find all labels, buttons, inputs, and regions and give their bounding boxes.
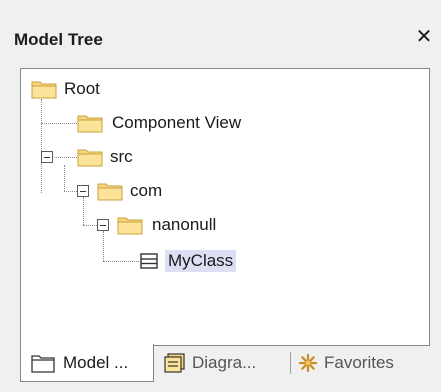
- tree-node-myclass[interactable]: MyClass: [139, 249, 237, 273]
- model-tree-panel: Model Tree ✕ Root Component View src com…: [0, 0, 441, 392]
- favorites-icon: [298, 353, 318, 373]
- folder-icon: [117, 217, 143, 235]
- tree-node-component-view[interactable]: Component View: [77, 111, 244, 135]
- tree-connector: [83, 225, 97, 226]
- folder-icon: [31, 354, 55, 373]
- class-icon: [140, 253, 158, 269]
- folder-icon: [77, 149, 103, 167]
- collapse-icon[interactable]: [77, 185, 89, 197]
- tab-model-tree[interactable]: Model ...: [20, 344, 154, 382]
- tab-separator: [290, 352, 291, 374]
- tab-label: Model ...: [63, 352, 129, 372]
- tree-connector: [41, 99, 42, 193]
- close-icon[interactable]: ✕: [413, 26, 435, 48]
- tree-node-src[interactable]: src: [77, 145, 136, 169]
- tree-connector: [83, 197, 84, 225]
- tree-node-label: Root: [64, 79, 100, 98]
- tree-node-label: src: [110, 147, 133, 166]
- tree-node-com[interactable]: com: [97, 179, 165, 203]
- tree-connector: [103, 231, 104, 261]
- tree-connector: [41, 123, 77, 124]
- tree-node-label: com: [130, 181, 163, 200]
- folder-icon: [77, 115, 103, 133]
- tree-node-nanonull[interactable]: nanonull: [117, 213, 219, 237]
- tree-node-label: MyClass: [165, 250, 237, 272]
- tree-connector: [64, 191, 77, 192]
- tree-node-root[interactable]: Root: [31, 77, 103, 101]
- tab-label: Favorites: [324, 353, 394, 372]
- diagram-icon: [164, 353, 185, 373]
- panel-tabs: Model ... Diagra... Favorites: [20, 344, 441, 384]
- collapse-icon[interactable]: [97, 219, 109, 231]
- tree-view[interactable]: Root Component View src com nanonull MyC…: [20, 68, 430, 346]
- tree-connector: [103, 261, 143, 262]
- folder-icon: [31, 81, 57, 99]
- tree-node-label: nanonull: [152, 215, 217, 234]
- folder-icon: [97, 183, 123, 201]
- tab-label: Diagra...: [192, 353, 257, 372]
- tab-favorites[interactable]: Favorites: [298, 344, 438, 382]
- tree-node-label: Component View: [112, 113, 242, 132]
- panel-titlebar: Model Tree ✕: [14, 20, 441, 64]
- tree-connector: [64, 165, 65, 191]
- panel-title: Model Tree: [14, 30, 103, 49]
- collapse-icon[interactable]: [41, 151, 53, 163]
- tab-diagram-tree[interactable]: Diagra...: [164, 344, 288, 382]
